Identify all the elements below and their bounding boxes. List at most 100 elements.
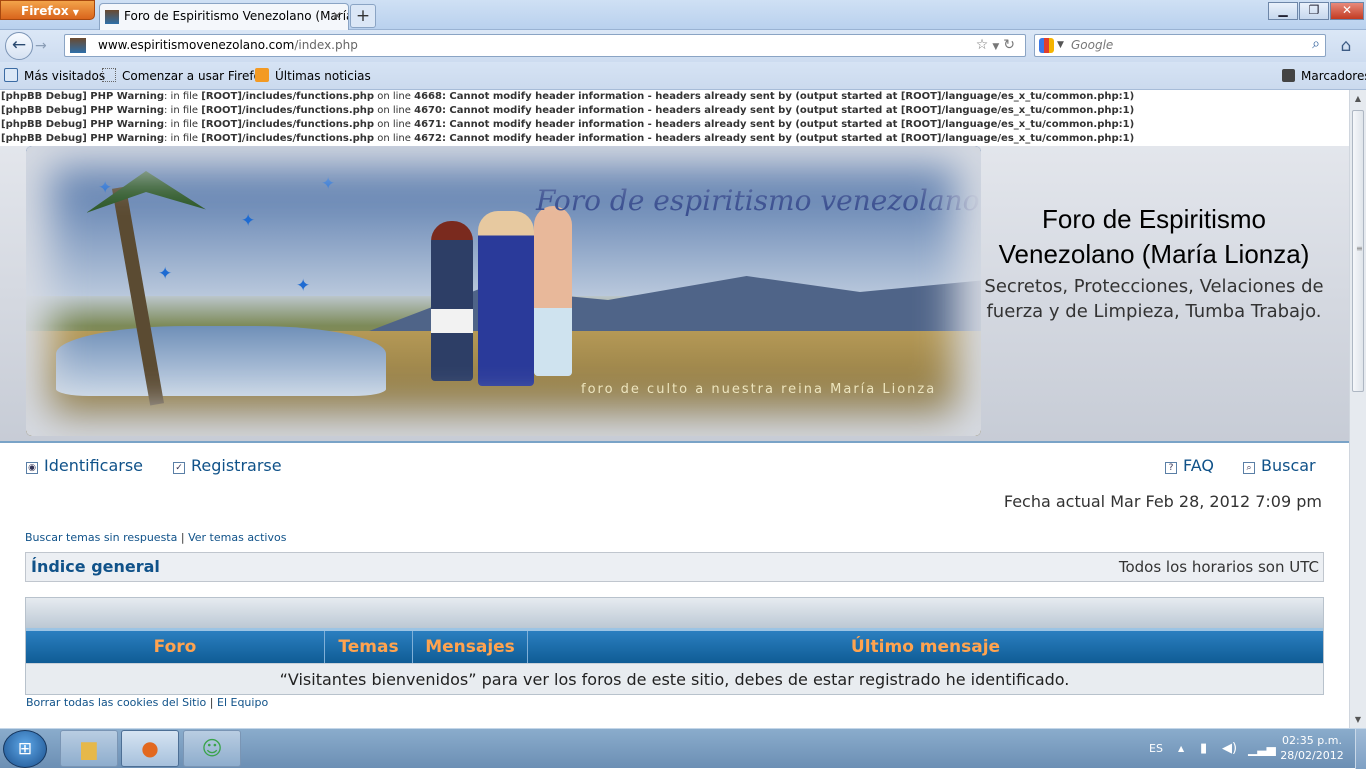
scroll-down-arrow-icon[interactable]: ▼ [1350, 711, 1366, 728]
dropdown-arrow-icon[interactable]: ▼ [992, 42, 1003, 52]
login-label: Identificarse [44, 456, 144, 475]
clock[interactable]: 02:35 p.m. 28/02/2012 [1272, 733, 1352, 763]
firefox-menu-button[interactable]: Firefox ▼ [0, 0, 95, 20]
search-box[interactable]: ▼ Google ⌕ [1034, 34, 1326, 57]
minimize-button[interactable]: ▁ [1268, 2, 1298, 20]
active-topics-link[interactable]: Ver temas activos [188, 531, 286, 544]
reload-icon[interactable]: ↻ [1003, 37, 1019, 53]
page-icon [102, 68, 116, 82]
forum-table: Foro Temas Mensajes Último mensaje “Visi… [25, 597, 1324, 695]
show-hidden-icons-icon[interactable]: ▲ [1178, 729, 1184, 769]
site-description: Secretos, Protecciones, Velaciones de fu… [984, 276, 1324, 322]
forum-table-header: Foro Temas Mensajes Último mensaje [26, 628, 1323, 663]
login-icon: ◉ [26, 462, 38, 474]
column-header-posts: Mensajes [413, 631, 528, 663]
site-favicon [70, 38, 86, 53]
bookmarks-menu-button[interactable]: Marcadores [1282, 62, 1366, 90]
team-link[interactable]: El Equipo [217, 696, 268, 709]
tab-active[interactable]: Foro de Espiritismo Venezolano (María Li… [99, 3, 349, 30]
folder-icon: ▆ [81, 736, 97, 760]
rss-feed-icon [255, 68, 269, 82]
bookmark-most-visited[interactable]: Más visitados [4, 62, 105, 90]
google-icon[interactable] [1039, 38, 1054, 53]
scrollbar-thumb[interactable]: ≡ [1352, 110, 1364, 392]
scroll-up-arrow-icon[interactable]: ▲ [1350, 90, 1366, 107]
taskbar: ⊞ ▆ ● ☺ ES ▲ ▮ ◀) ▁▃▅ 02:35 p.m. 28/02/2… [0, 728, 1366, 769]
windows-logo-icon: ⊞ [17, 739, 33, 759]
grip-icon: ≡ [1356, 244, 1363, 253]
separator: | [209, 696, 214, 709]
close-window-button[interactable]: ✕ [1330, 2, 1364, 20]
back-button[interactable]: ← [5, 32, 33, 60]
bookmark-star-icon[interactable]: ☆ [976, 37, 993, 53]
site-description-block: Foro de Espiritismo Venezolano (María Li… [984, 202, 1324, 324]
column-header-forum: Foro [26, 631, 325, 663]
search-icon[interactable]: ⌕ [1312, 34, 1320, 55]
site-header: ✦ ✦ ✦ ✦ ✦ Foro de espiritismo venezolano… [0, 146, 1349, 441]
chevron-down-icon[interactable]: ▼ [1057, 35, 1064, 56]
language-indicator[interactable]: ES [1149, 729, 1163, 769]
debug-line: [phpBB Debug] PHP Warning: in file [ROOT… [1, 105, 1135, 116]
forum-table-top [26, 598, 1323, 628]
footer-links: Borrar todas las cookies del Sitio | El … [26, 696, 268, 709]
header-divider [0, 441, 1349, 443]
login-link[interactable]: ◉ Identificarse [26, 456, 143, 475]
faq-link[interactable]: ? FAQ [1165, 456, 1214, 475]
bookmark-label: Últimas noticias [275, 69, 371, 83]
volume-icon[interactable]: ◀) [1222, 729, 1237, 769]
search-label: Buscar [1261, 456, 1316, 475]
faq-label: FAQ [1183, 456, 1214, 475]
timezone-note: Todos los horarios son UTC [1118, 558, 1319, 576]
forward-button[interactable]: → [35, 37, 55, 55]
debug-line: [phpBB Debug] PHP Warning: in file [ROOT… [1, 91, 1135, 102]
search-link[interactable]: ⌕ Buscar [1243, 456, 1316, 475]
battery-icon[interactable]: ▮ [1200, 729, 1207, 769]
clock-time: 02:35 p.m. [1282, 734, 1342, 747]
new-tab-button[interactable]: + [350, 4, 376, 28]
bookmark-getting-started[interactable]: Comenzar a usar Firefox [102, 62, 268, 90]
page-scrollbar[interactable]: ▲ ≡ ▼ [1349, 90, 1366, 728]
site-favicon [105, 10, 119, 24]
separator: | [180, 531, 185, 544]
firefox-menu-label: Firefox [21, 4, 69, 18]
site-title: Foro de Espiritismo Venezolano (María Li… [998, 204, 1310, 269]
messenger-taskbar-button[interactable]: ☺ [183, 730, 241, 767]
user-nav: ◉ Identificarse ✓ Registrarse ? FAQ ⌕ Buscar [26, 456, 1323, 478]
url-bar[interactable]: www.espiritismovenezolano.com/index.php … [64, 34, 1026, 57]
chevron-down-icon: ▼ [72, 8, 79, 17]
tab-title: Foro de Espiritismo Venezolano (María Li… [124, 9, 348, 23]
register-icon: ✓ [173, 462, 185, 474]
close-tab-icon[interactable]: ✕ [332, 4, 342, 28]
explorer-taskbar-button[interactable]: ▆ [60, 730, 118, 767]
bookmark-label: Más visitados [24, 69, 106, 83]
show-desktop-button[interactable] [1355, 729, 1366, 769]
unanswered-topics-link[interactable]: Buscar temas sin respuesta [25, 531, 177, 544]
url-host: www.espiritismovenezolano.com [98, 38, 295, 52]
debug-messages: [phpBB Debug] PHP Warning: in file [ROOT… [0, 90, 1349, 146]
bookmark-latest-news[interactable]: Últimas noticias [255, 62, 371, 90]
current-date: Fecha actual Mar Feb 28, 2012 7:09 pm [1003, 492, 1322, 511]
welcome-message: “Visitantes bienvenidos” para ver los fo… [26, 663, 1323, 694]
debug-line: [phpBB Debug] PHP Warning: in file [ROOT… [1, 133, 1135, 144]
breadcrumb-index-link[interactable]: Índice general [31, 557, 160, 576]
page-content: [phpBB Debug] PHP Warning: in file [ROOT… [0, 90, 1349, 728]
quick-links: Buscar temas sin respuesta | Ver temas a… [25, 531, 286, 544]
start-button[interactable]: ⊞ [3, 730, 47, 768]
delete-cookies-link[interactable]: Borrar todas las cookies del Sitio [26, 696, 206, 709]
maximize-button[interactable]: ❐ [1299, 2, 1329, 20]
debug-line: [phpBB Debug] PHP Warning: in file [ROOT… [1, 119, 1135, 130]
messenger-icon: ☺ [201, 736, 223, 760]
firefox-taskbar-button[interactable]: ● [121, 730, 179, 767]
most-visited-icon [4, 68, 18, 82]
column-header-last-post: Último mensaje [850, 637, 1001, 657]
clock-date: 28/02/2012 [1280, 749, 1344, 762]
bookmarks-star-icon [1282, 69, 1295, 82]
navigation-toolbar: ← → www.espiritismovenezolano.com/index.… [0, 30, 1366, 62]
register-link[interactable]: ✓ Registrarse [173, 456, 282, 475]
faq-icon: ? [1165, 462, 1177, 474]
bookmarks-menu-label: Marcadores [1301, 69, 1366, 83]
home-icon[interactable]: ⌂ [1334, 35, 1358, 57]
banner-vignette [26, 146, 981, 436]
breadcrumb: Índice general Todos los horarios son UT… [25, 552, 1324, 582]
site-banner[interactable]: ✦ ✦ ✦ ✦ ✦ Foro de espiritismo venezolano… [26, 146, 981, 436]
